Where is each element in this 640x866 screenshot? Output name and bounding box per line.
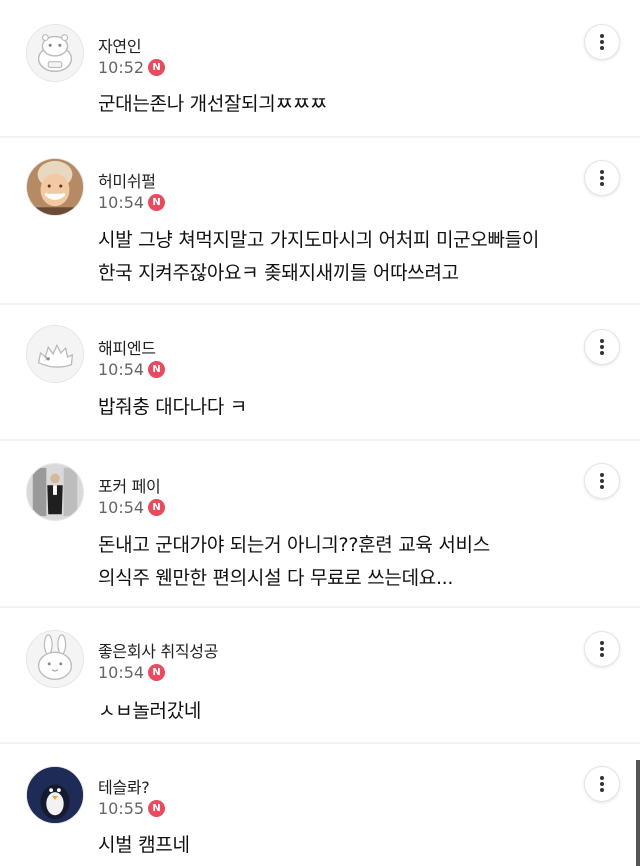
more-options-button[interactable] <box>584 160 620 196</box>
rabbit-icon <box>27 631 83 687</box>
comment-item: 자연인 10:52 N 군대는존나 개선잘되긔ㅉㅉㅉ <box>0 0 640 136</box>
nickname[interactable]: 해피엔드 <box>98 335 156 359</box>
scrollbar[interactable] <box>636 760 640 866</box>
nickname[interactable]: 좋은회사 취직성공 <box>98 638 218 662</box>
avatar[interactable]: ㅊ <box>26 325 84 383</box>
profile-photo <box>27 464 83 520</box>
comment-item: 좋은회사 취직성공 10:54 N ㅅㅂ놀러갔네 <box>0 608 640 742</box>
time-row: 10:54 N <box>98 360 166 379</box>
more-options-button[interactable] <box>584 329 620 365</box>
vertical-ellipsis-icon <box>600 34 604 50</box>
vertical-ellipsis-icon <box>600 641 604 657</box>
time-row: 10:55 N <box>98 799 166 818</box>
avatar[interactable] <box>26 766 84 824</box>
more-options-button[interactable] <box>584 766 620 802</box>
new-badge: N <box>148 800 166 817</box>
new-badge: N <box>148 194 166 211</box>
comment-text: 돈내고 군대가야 되는거 아니긔??훈련 교육 서비스 의식주 웬만한 편의시설… <box>98 534 490 589</box>
new-badge: N <box>148 664 166 681</box>
vertical-ellipsis-icon <box>600 339 604 355</box>
svg-text:ㅊ: ㅊ <box>43 355 49 363</box>
nickname[interactable]: 허미쉬펄 <box>98 168 156 192</box>
hippo-icon <box>27 25 83 81</box>
more-options-button[interactable] <box>584 631 620 667</box>
new-badge: N <box>148 59 166 76</box>
nickname[interactable]: 포커 페이 <box>98 473 161 497</box>
more-options-button[interactable] <box>584 463 620 499</box>
timestamp: 10:54 <box>98 498 145 517</box>
timestamp: 10:54 <box>98 193 145 212</box>
comment-text: 군대는존나 개선잘되긔ㅉㅉㅉ <box>98 93 328 115</box>
time-row: 10:54 N <box>98 663 166 682</box>
comment-item: ㅊ 해피엔드 10:54 N 밥줘충 대다나다 ㅋ <box>0 305 640 439</box>
vertical-ellipsis-icon <box>600 776 604 792</box>
nickname[interactable]: 테슬롸? <box>98 774 150 798</box>
avatar[interactable] <box>26 158 84 216</box>
comment-item: 허미쉬펄 10:54 N 시발 그냥 쳐먹지말고 가지도마시긔 어처피 미군오빠… <box>0 138 640 303</box>
timestamp: 10:52 <box>98 58 145 77</box>
avatar[interactable] <box>26 463 84 521</box>
vertical-ellipsis-icon <box>600 170 604 186</box>
avatar[interactable] <box>26 24 84 82</box>
comment-text: 밥줘충 대다나다 ㅋ <box>98 396 247 418</box>
comment-text: 시발 그냥 쳐먹지말고 가지도마시긔 어처피 미군오빠들이 한국 지켜주잖아요ㅋ… <box>98 229 540 284</box>
comment-item: 테슬롸? 10:55 N 시벌 캠프네 <box>0 744 640 866</box>
vertical-ellipsis-icon <box>600 473 604 489</box>
time-row: 10:54 N <box>98 193 166 212</box>
comment-text: ㅅㅂ놀러갔네 <box>98 700 202 722</box>
new-badge: N <box>148 499 166 516</box>
time-row: 10:52 N <box>98 58 166 77</box>
hedgehog-icon: ㅊ <box>27 326 83 382</box>
profile-photo <box>27 159 83 215</box>
avatar[interactable] <box>26 630 84 688</box>
time-row: 10:54 N <box>98 498 166 517</box>
comment-item: 포커 페이 10:54 N 돈내고 군대가야 되는거 아니긔??훈련 교육 서비… <box>0 441 640 606</box>
timestamp: 10:54 <box>98 663 145 682</box>
comment-text: 시벌 캠프네 <box>98 834 190 856</box>
new-badge: N <box>148 361 166 378</box>
more-options-button[interactable] <box>584 24 620 60</box>
profile-photo <box>27 767 83 823</box>
timestamp: 10:55 <box>98 799 145 818</box>
timestamp: 10:54 <box>98 360 145 379</box>
nickname[interactable]: 자연인 <box>98 33 142 57</box>
